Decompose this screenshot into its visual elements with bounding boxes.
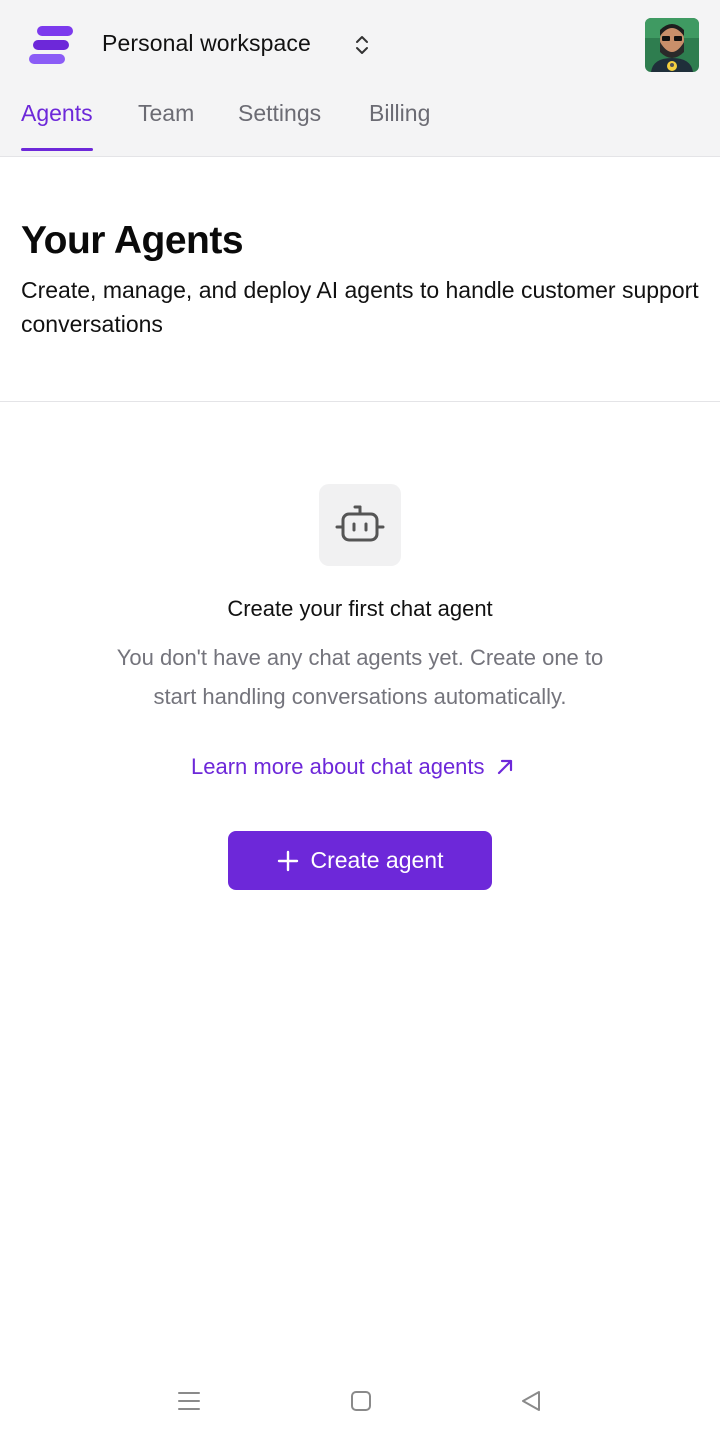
back-triangle-icon[interactable] <box>516 1386 546 1416</box>
page-title: Your Agents <box>21 219 244 262</box>
tab-agents[interactable]: Agents <box>21 100 93 151</box>
home-square-icon[interactable] <box>346 1386 376 1416</box>
tab-billing[interactable]: Billing <box>369 100 430 151</box>
create-agent-label: Create agent <box>310 847 444 873</box>
menu-icon[interactable] <box>174 1386 204 1416</box>
learn-more-label: Learn more about chat agents <box>191 754 485 779</box>
workspace-name[interactable]: Personal workspace <box>102 30 311 57</box>
page-subtitle: Create, manage, and deploy AI agents to … <box>21 277 699 337</box>
user-avatar[interactable] <box>645 18 699 72</box>
learn-more-link[interactable]: Learn more about chat agents <box>191 754 515 780</box>
top-bar: Personal workspace Agents Team Settings … <box>0 0 720 157</box>
page-header: Your Agents Create, manage, and deploy A… <box>0 157 720 402</box>
external-arrow-icon <box>497 759 512 775</box>
tab-bar: Agents Team Settings Billing <box>0 84 720 156</box>
chevron-up-down-icon[interactable] <box>350 32 374 58</box>
create-agent-button[interactable]: Create agent <box>228 831 492 890</box>
bot-icon <box>319 484 401 566</box>
empty-state-description: You don't have any chat agents yet. Crea… <box>116 645 604 709</box>
system-nav-bar <box>0 1370 720 1438</box>
plus-icon <box>277 850 298 871</box>
brand-logo-icon[interactable] <box>28 24 74 66</box>
tab-team[interactable]: Team <box>138 100 194 151</box>
tab-settings[interactable]: Settings <box>238 100 321 151</box>
empty-state-title: Create your first chat agent <box>227 596 493 621</box>
